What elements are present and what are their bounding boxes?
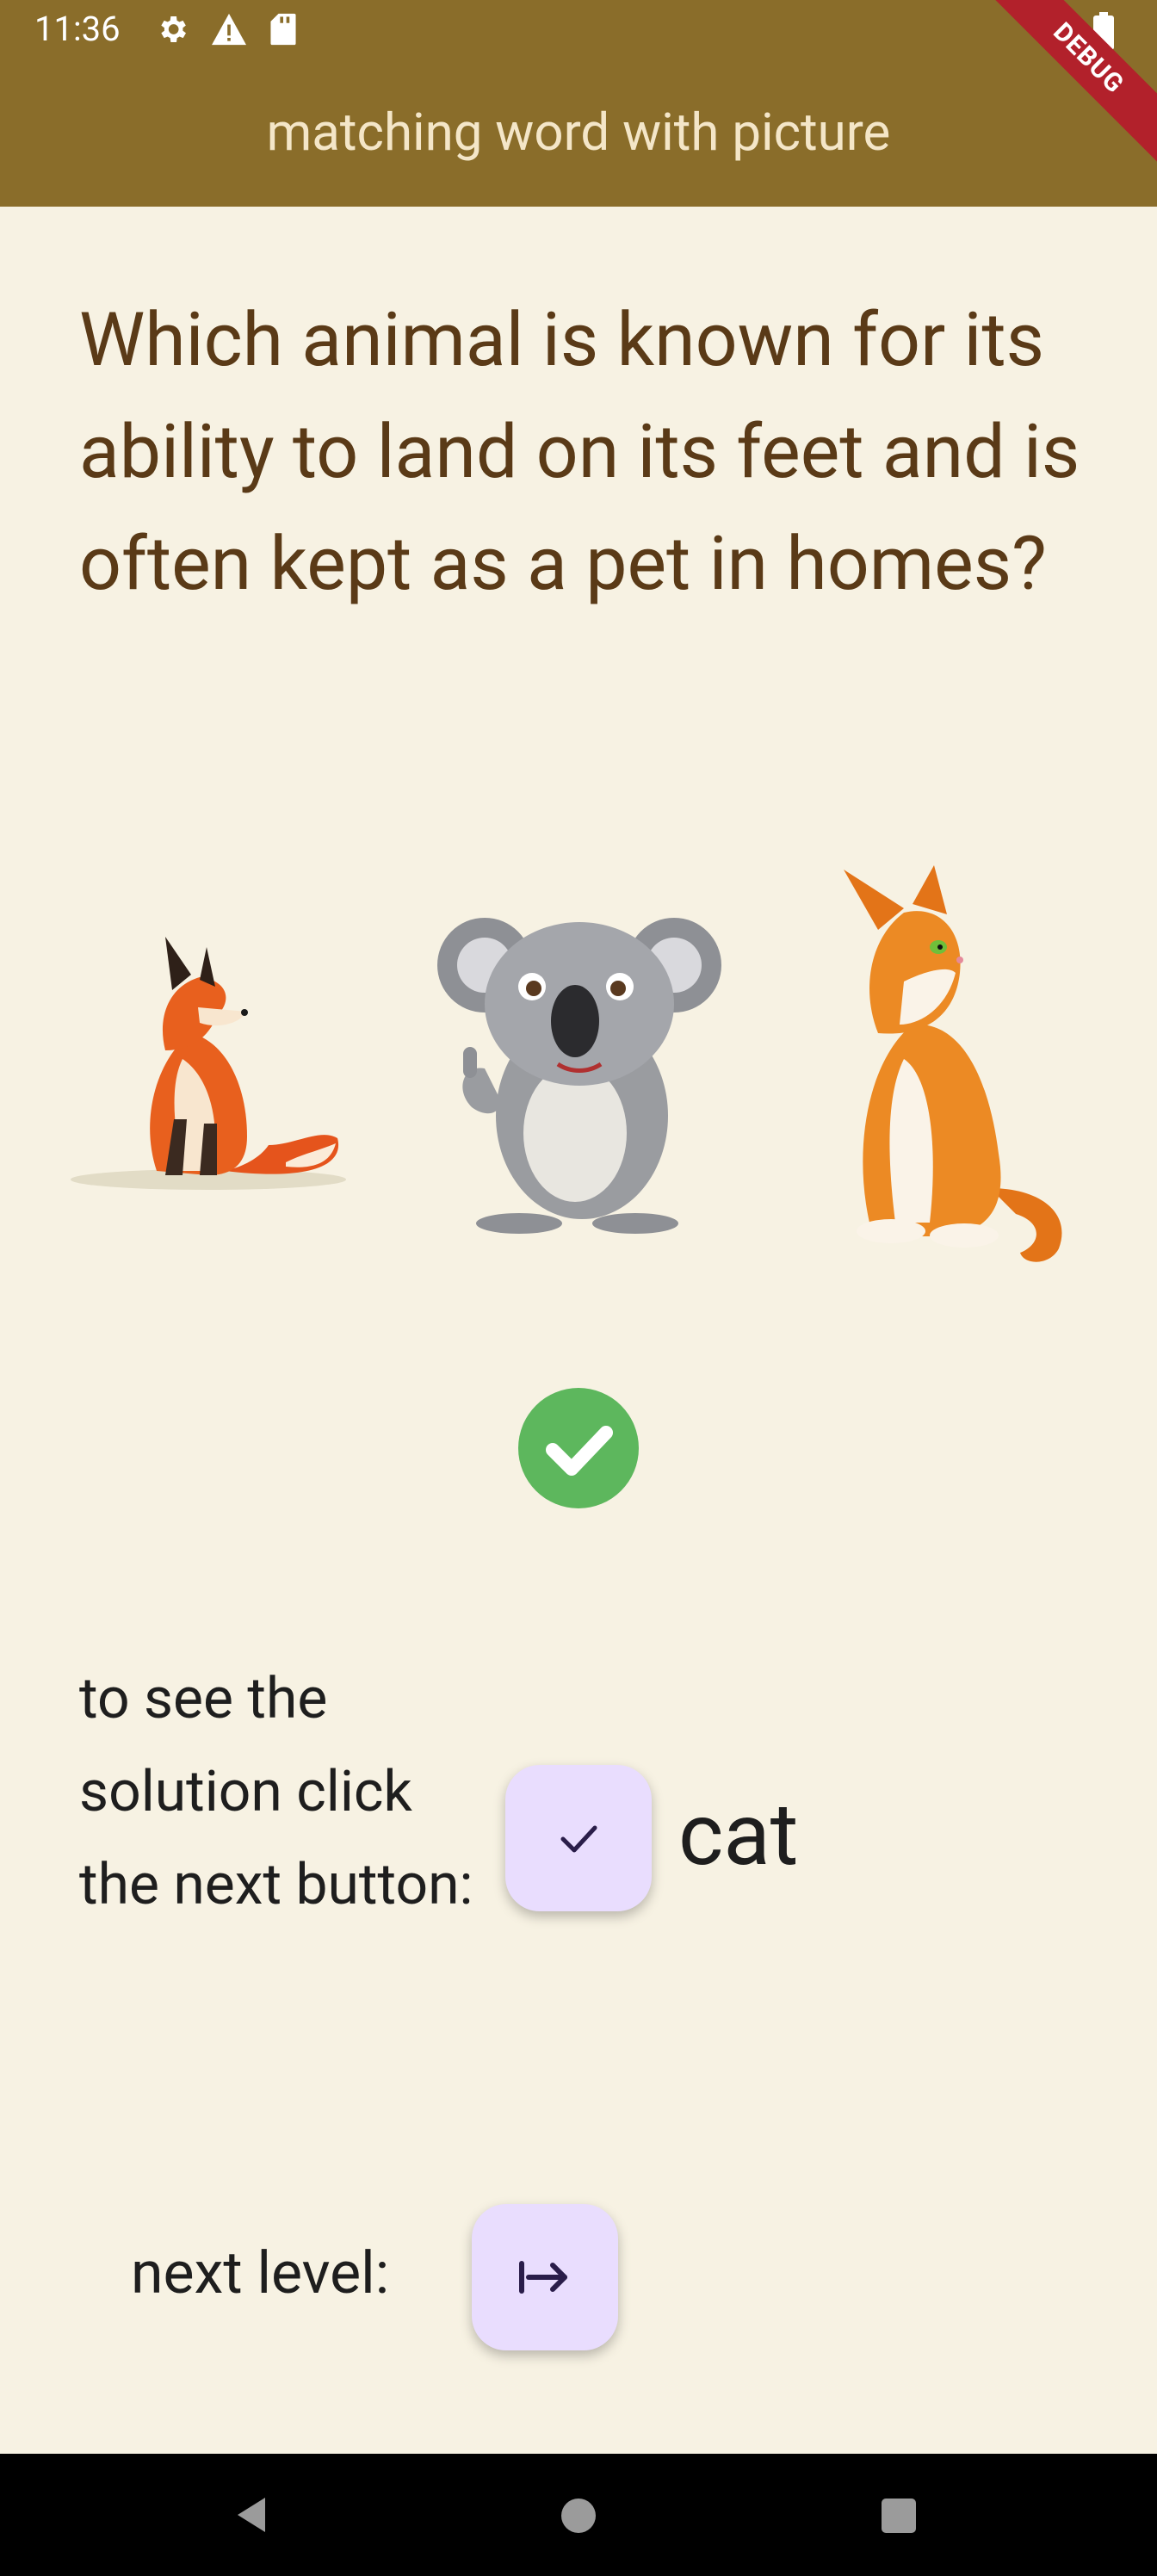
show-solution-button[interactable] xyxy=(505,1765,652,1911)
next-level-button[interactable] xyxy=(472,2204,618,2350)
warning-icon xyxy=(212,13,246,46)
solution-hint-text: to see the solution click the next butto… xyxy=(79,1666,473,1918)
recents-icon[interactable] xyxy=(880,2497,918,2535)
koala-image[interactable] xyxy=(437,892,721,1236)
gear-icon xyxy=(161,16,186,42)
arrow-to-right-icon xyxy=(519,2261,567,2294)
home-icon[interactable] xyxy=(560,2497,597,2535)
correct-answer-check-icon xyxy=(518,1388,639,1508)
next-level-label: next level: xyxy=(131,2239,390,2307)
question-text: Which animal is known for its ability to… xyxy=(79,296,1080,607)
solution-answer: cat xyxy=(678,1785,799,1886)
status-bar: 11:36 xyxy=(0,0,1157,62)
app-bar: 11:36 matching word with picture DEBUG xyxy=(0,0,1157,207)
fox-image[interactable] xyxy=(62,913,355,1205)
back-icon[interactable] xyxy=(231,2493,274,2536)
sd-card-icon xyxy=(270,13,296,46)
status-icons-left xyxy=(155,12,298,46)
system-nav-bar xyxy=(0,2454,1157,2576)
status-time: 11:36 xyxy=(34,9,121,49)
check-mark-icon xyxy=(546,1426,613,1476)
cat-image[interactable] xyxy=(818,861,1076,1274)
check-icon xyxy=(560,1825,597,1853)
app-title: matching word with picture xyxy=(266,102,891,163)
